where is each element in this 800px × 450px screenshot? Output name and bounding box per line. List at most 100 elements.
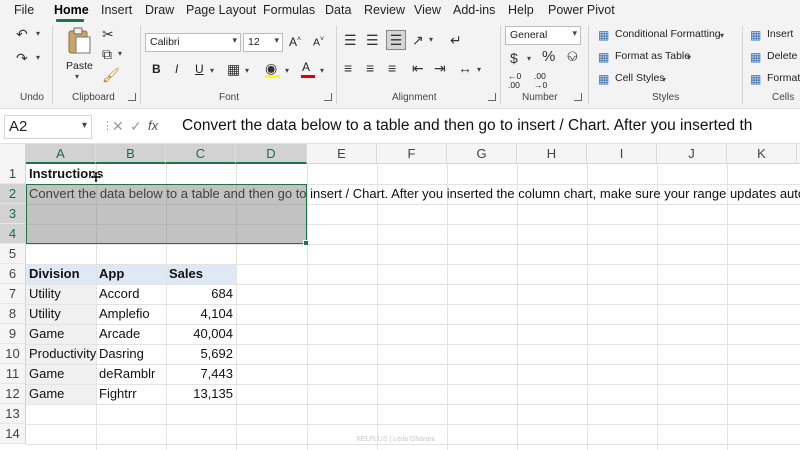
table-header-app[interactable]: App (96, 264, 124, 284)
borders-icon[interactable]: ▦ (227, 61, 240, 77)
menu-power-pivot[interactable]: Power Pivot (548, 3, 615, 17)
cell-styles-button[interactable]: ▦ Cell Styles ▾ (598, 71, 678, 89)
table-cell-app[interactable]: Fightrr (96, 384, 137, 404)
comma-style-icon[interactable]: ⎉ (566, 49, 579, 65)
row-header-10[interactable]: 10 (0, 344, 26, 364)
column-header-i[interactable]: I (587, 144, 657, 164)
formula-input[interactable]: Convert the data below to a table and th… (172, 115, 800, 139)
table-cell-sales[interactable]: 7,443 (166, 364, 236, 384)
table-cell-app[interactable]: Arcade (96, 324, 140, 344)
currency-icon[interactable]: $ (510, 50, 518, 66)
menu-data[interactable]: Data (325, 3, 351, 17)
row-header-1[interactable]: 1 (0, 164, 26, 184)
conditional-formatting-button[interactable]: ▦ Conditional Formatting ▾ (598, 27, 738, 45)
increase-indent-icon[interactable]: ⇥ (434, 60, 446, 76)
column-header-j[interactable]: J (657, 144, 727, 164)
font-dialog-launcher[interactable] (324, 93, 332, 101)
column-header-d[interactable]: D (236, 144, 307, 164)
bold-button[interactable]: B (152, 62, 161, 76)
menu-view[interactable]: View (414, 3, 441, 17)
delete-cells-button[interactable]: ▦ Delete (750, 49, 800, 67)
select-all-button[interactable] (0, 144, 26, 164)
paste-button[interactable]: Paste ▾ (62, 26, 96, 81)
align-center-icon[interactable]: ≡ (366, 60, 374, 76)
cut-icon[interactable]: ✂ (102, 26, 114, 42)
align-middle-icon[interactable]: ☰ (366, 32, 379, 48)
decrease-font-size-button[interactable]: A˅ (313, 36, 324, 49)
row-header-9[interactable]: 9 (0, 324, 26, 344)
table-header-division[interactable]: Division (26, 264, 80, 284)
row-header-3[interactable]: 3 (0, 204, 26, 224)
name-box[interactable]: A2 ▾ (4, 115, 92, 139)
menu-insert[interactable]: Insert (101, 3, 132, 17)
menu-home[interactable]: Home (54, 3, 89, 17)
increase-font-size-button[interactable]: A˄ (289, 35, 301, 49)
table-cell-sales[interactable]: 40,004 (166, 324, 236, 344)
merge-center-icon[interactable]: ↔ (458, 60, 472, 76)
menu-draw[interactable]: Draw (145, 3, 174, 17)
percent-icon[interactable]: % (542, 49, 555, 65)
underline-dropdown-caret[interactable]: ▾ (210, 66, 214, 75)
format-cells-button[interactable]: ▦ Format (750, 71, 800, 89)
decrease-indent-icon[interactable]: ⇤ (412, 60, 424, 76)
insert-function-icon[interactable]: fx (148, 118, 158, 134)
column-header-c[interactable]: C (166, 144, 236, 164)
row-header-4[interactable]: 4 (0, 224, 26, 244)
table-cell-sales[interactable]: 4,104 (166, 304, 236, 324)
column-header-f[interactable]: F (377, 144, 447, 164)
table-cell-division[interactable]: Utility (26, 284, 61, 304)
align-top-icon[interactable]: ☰ (344, 32, 357, 48)
table-cell-division[interactable]: Productivity (26, 344, 96, 364)
align-left-icon[interactable]: ≡ (344, 60, 352, 76)
menu-help[interactable]: Help (508, 3, 534, 17)
fill-handle[interactable] (303, 240, 309, 246)
fill-color-dropdown-caret[interactable]: ▾ (285, 66, 289, 75)
insert-cells-button[interactable]: ▦ Insert (750, 27, 800, 45)
wrap-text-icon[interactable]: ↵ (450, 32, 462, 48)
table-cell-division[interactable]: Game (26, 324, 64, 344)
menu-review[interactable]: Review (364, 3, 405, 17)
number-dialog-launcher[interactable] (574, 93, 582, 101)
currency-dropdown-caret[interactable]: ▾ (527, 54, 531, 63)
column-header-k[interactable]: K (727, 144, 797, 164)
row-header-7[interactable]: 7 (0, 284, 26, 304)
table-cell-division[interactable]: Game (26, 364, 64, 384)
table-cell-app[interactable]: Accord (96, 284, 139, 304)
enter-icon[interactable]: ✓ (130, 118, 142, 134)
font-color-button[interactable]: A (300, 60, 316, 78)
font-size-combo[interactable]: 12 ▾ (243, 33, 283, 52)
number-format-combo[interactable]: General ▾ (505, 26, 581, 45)
column-header-e[interactable]: E (307, 144, 377, 164)
orientation-icon[interactable]: ↗ (412, 32, 424, 48)
table-cell-sales[interactable]: 684 (166, 284, 236, 304)
underline-button[interactable]: U (195, 62, 204, 76)
row-header-11[interactable]: 11 (0, 364, 26, 384)
copy-dropdown-caret[interactable]: ▾ (118, 49, 122, 58)
decrease-decimal-icon[interactable]: .00 →0 (534, 72, 547, 90)
align-right-icon[interactable]: ≡ (388, 60, 396, 76)
cancel-icon[interactable]: ✕ (112, 118, 124, 134)
row-header-6[interactable]: 6 (0, 264, 26, 284)
menu-page-layout[interactable]: Page Layout (186, 3, 256, 17)
column-header-a[interactable]: A (26, 144, 96, 164)
table-cell-division[interactable]: Utility (26, 304, 61, 324)
menu-formulas[interactable]: Formulas (263, 3, 315, 17)
table-header-sales[interactable]: Sales (166, 264, 203, 284)
row-header-5[interactable]: 5 (0, 244, 26, 264)
italic-button[interactable]: I (175, 62, 178, 76)
font-color-dropdown-caret[interactable]: ▾ (320, 66, 324, 75)
increase-decimal-icon[interactable]: ←0.00 (508, 72, 521, 90)
fill-color-button[interactable]: ◉ (264, 60, 282, 78)
chevron-down-icon[interactable]: ▾ (82, 120, 87, 131)
alignment-dialog-launcher[interactable] (488, 93, 496, 101)
column-header-h[interactable]: H (517, 144, 587, 164)
redo-icon[interactable]: ↷ (16, 50, 28, 66)
table-cell-app[interactable]: Amplefio (96, 304, 150, 324)
merge-dropdown-caret[interactable]: ▾ (477, 65, 481, 74)
row-header-13[interactable]: 13 (0, 404, 26, 424)
selected-range[interactable] (26, 184, 307, 244)
orientation-dropdown-caret[interactable]: ▾ (429, 35, 433, 44)
table-cell-sales[interactable]: 13,135 (166, 384, 236, 404)
format-painter-icon[interactable]: 🖌 (102, 67, 120, 83)
table-cell-app[interactable]: Dasring (96, 344, 144, 364)
